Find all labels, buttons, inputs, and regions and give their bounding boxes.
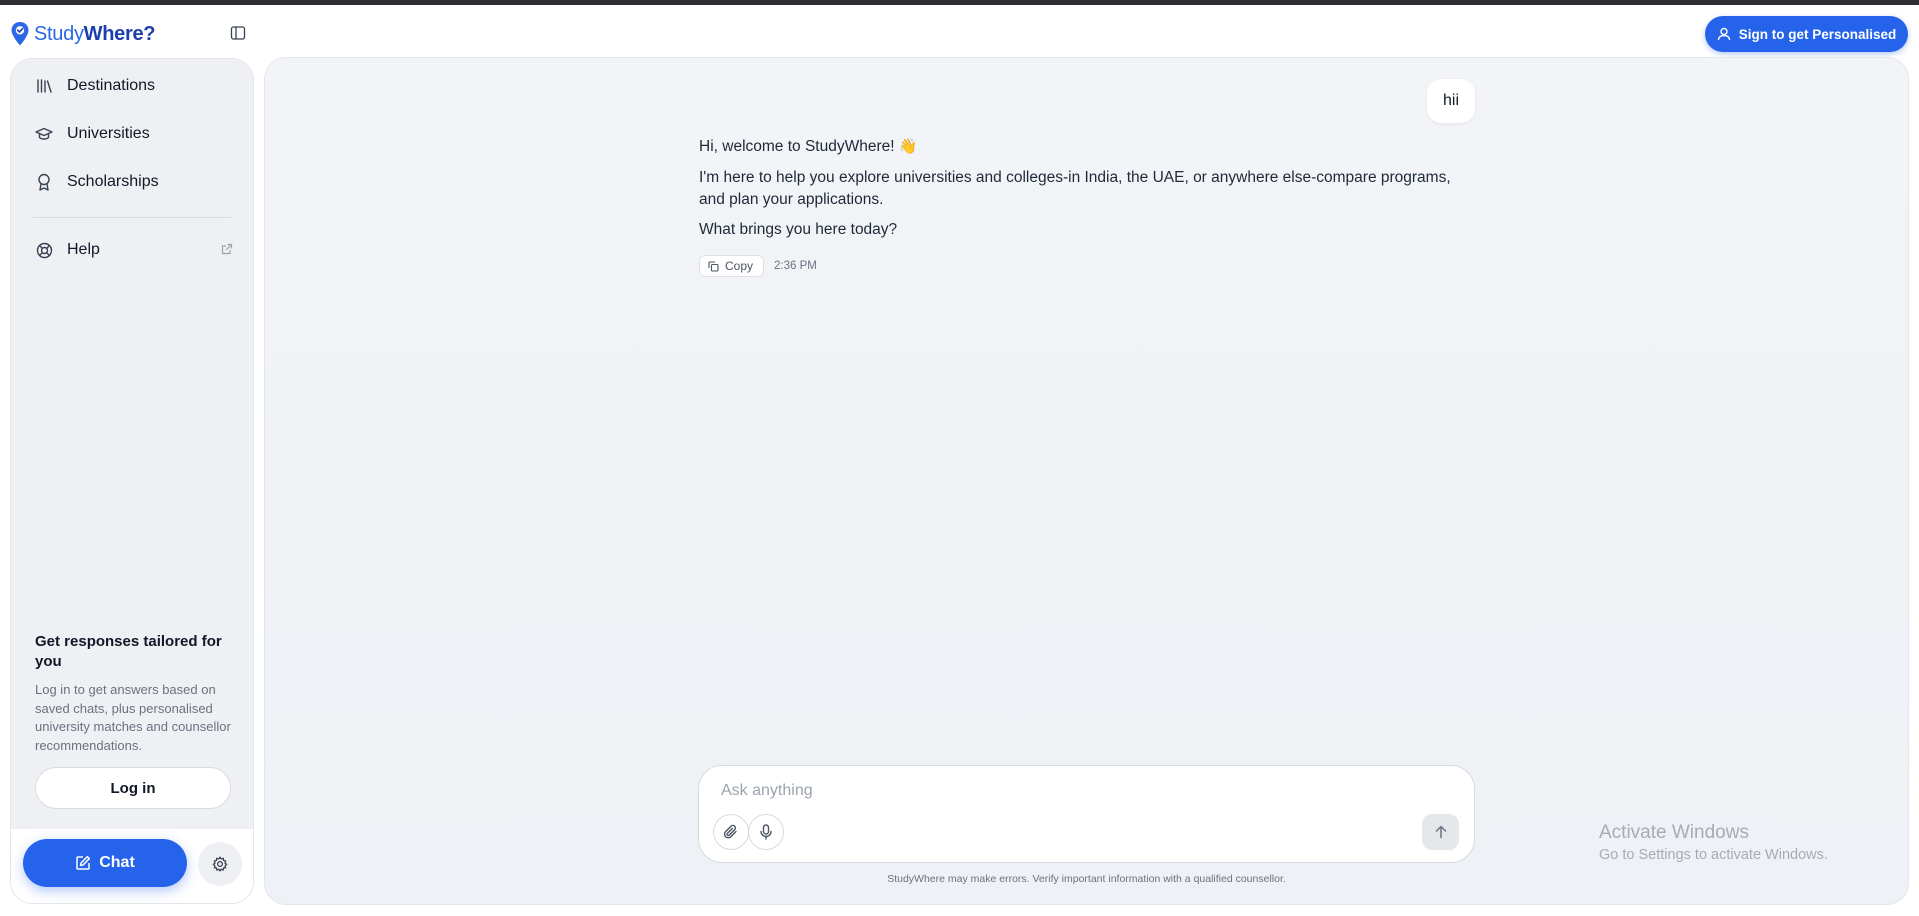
sidebar-item-destinations[interactable]: Destinations bbox=[35, 73, 233, 99]
sidebar-item-label: Scholarships bbox=[67, 173, 159, 190]
microphone-icon bbox=[760, 824, 772, 840]
external-link-icon bbox=[221, 242, 233, 260]
location-pin-logo-icon bbox=[11, 22, 29, 46]
waving-hand-icon: 👋 bbox=[898, 138, 918, 155]
attach-button[interactable] bbox=[713, 814, 749, 850]
new-chat-button[interactable]: Chat bbox=[23, 839, 187, 887]
sidebar-footer: Chat bbox=[11, 829, 253, 903]
app-logo[interactable]: StudyWhere? bbox=[10, 20, 156, 48]
edit-icon bbox=[76, 855, 91, 870]
award-icon bbox=[35, 173, 53, 191]
lifebuoy-icon bbox=[35, 241, 53, 259]
sidebar: Destinations Universities Scholarships H… bbox=[10, 58, 254, 904]
message-timestamp: 2:36 PM bbox=[774, 260, 817, 272]
sign-in-personalised-button[interactable]: Sign to get Personalised bbox=[1705, 16, 1908, 52]
message-actions: Copy 2:36 PM bbox=[699, 255, 817, 277]
windows-activation-watermark: Activate Windows Go to Settings to activ… bbox=[1599, 821, 1828, 865]
assistant-message-line: Hi, welcome to StudyWhere! 👋 bbox=[699, 138, 918, 155]
sidebar-toggle-button[interactable] bbox=[228, 23, 248, 43]
sidebar-item-universities[interactable]: Universities bbox=[35, 121, 233, 147]
library-icon bbox=[35, 77, 53, 95]
login-button[interactable]: Log in bbox=[35, 767, 231, 809]
sidebar-item-scholarships[interactable]: Scholarships bbox=[35, 169, 233, 195]
window-top-strip bbox=[0, 0, 1919, 5]
sidebar-item-label: Universities bbox=[67, 125, 150, 142]
copy-button[interactable]: Copy bbox=[699, 255, 765, 277]
arrow-up-icon bbox=[1435, 825, 1446, 839]
sidebar-divider bbox=[33, 217, 231, 218]
assistant-message-line: I'm here to help you explore universitie… bbox=[699, 169, 1451, 208]
copy-icon bbox=[708, 260, 719, 272]
watermark-subtitle: Go to Settings to activate Windows. bbox=[1599, 847, 1828, 863]
message-composer bbox=[698, 765, 1475, 863]
sign-in-label: Sign to get Personalised bbox=[1738, 26, 1897, 42]
chat-button-label: Chat bbox=[99, 854, 135, 871]
voice-input-button[interactable] bbox=[748, 814, 784, 850]
assistant-message-line: What brings you here today? bbox=[699, 221, 898, 238]
send-button[interactable] bbox=[1422, 814, 1459, 850]
settings-button[interactable] bbox=[198, 842, 242, 886]
sidebar-item-help[interactable]: Help bbox=[35, 237, 233, 263]
user-message-bubble: hii bbox=[1427, 79, 1475, 123]
watermark-title: Activate Windows bbox=[1599, 822, 1749, 843]
promo-description: Log in to get answers based on saved cha… bbox=[35, 682, 231, 753]
copy-label: Copy bbox=[725, 259, 754, 273]
promo-title: Get responses tailored for you bbox=[35, 633, 222, 670]
paperclip-icon bbox=[723, 824, 737, 839]
disclaimer-text: StudyWhere may make errors. Verify impor… bbox=[887, 873, 1286, 885]
user-icon bbox=[1717, 27, 1730, 41]
panel-left-icon bbox=[230, 26, 246, 40]
app-logo-text: StudyWhere? bbox=[34, 22, 156, 45]
chat-main-area: hii Hi, welcome to StudyWhere! 👋 I'm her… bbox=[264, 57, 1909, 905]
message-input[interactable] bbox=[719, 778, 1439, 804]
sidebar-item-label: Destinations bbox=[67, 77, 156, 94]
graduation-cap-icon bbox=[35, 125, 53, 143]
sidebar-item-label: Help bbox=[67, 241, 100, 258]
gear-icon bbox=[212, 856, 228, 872]
